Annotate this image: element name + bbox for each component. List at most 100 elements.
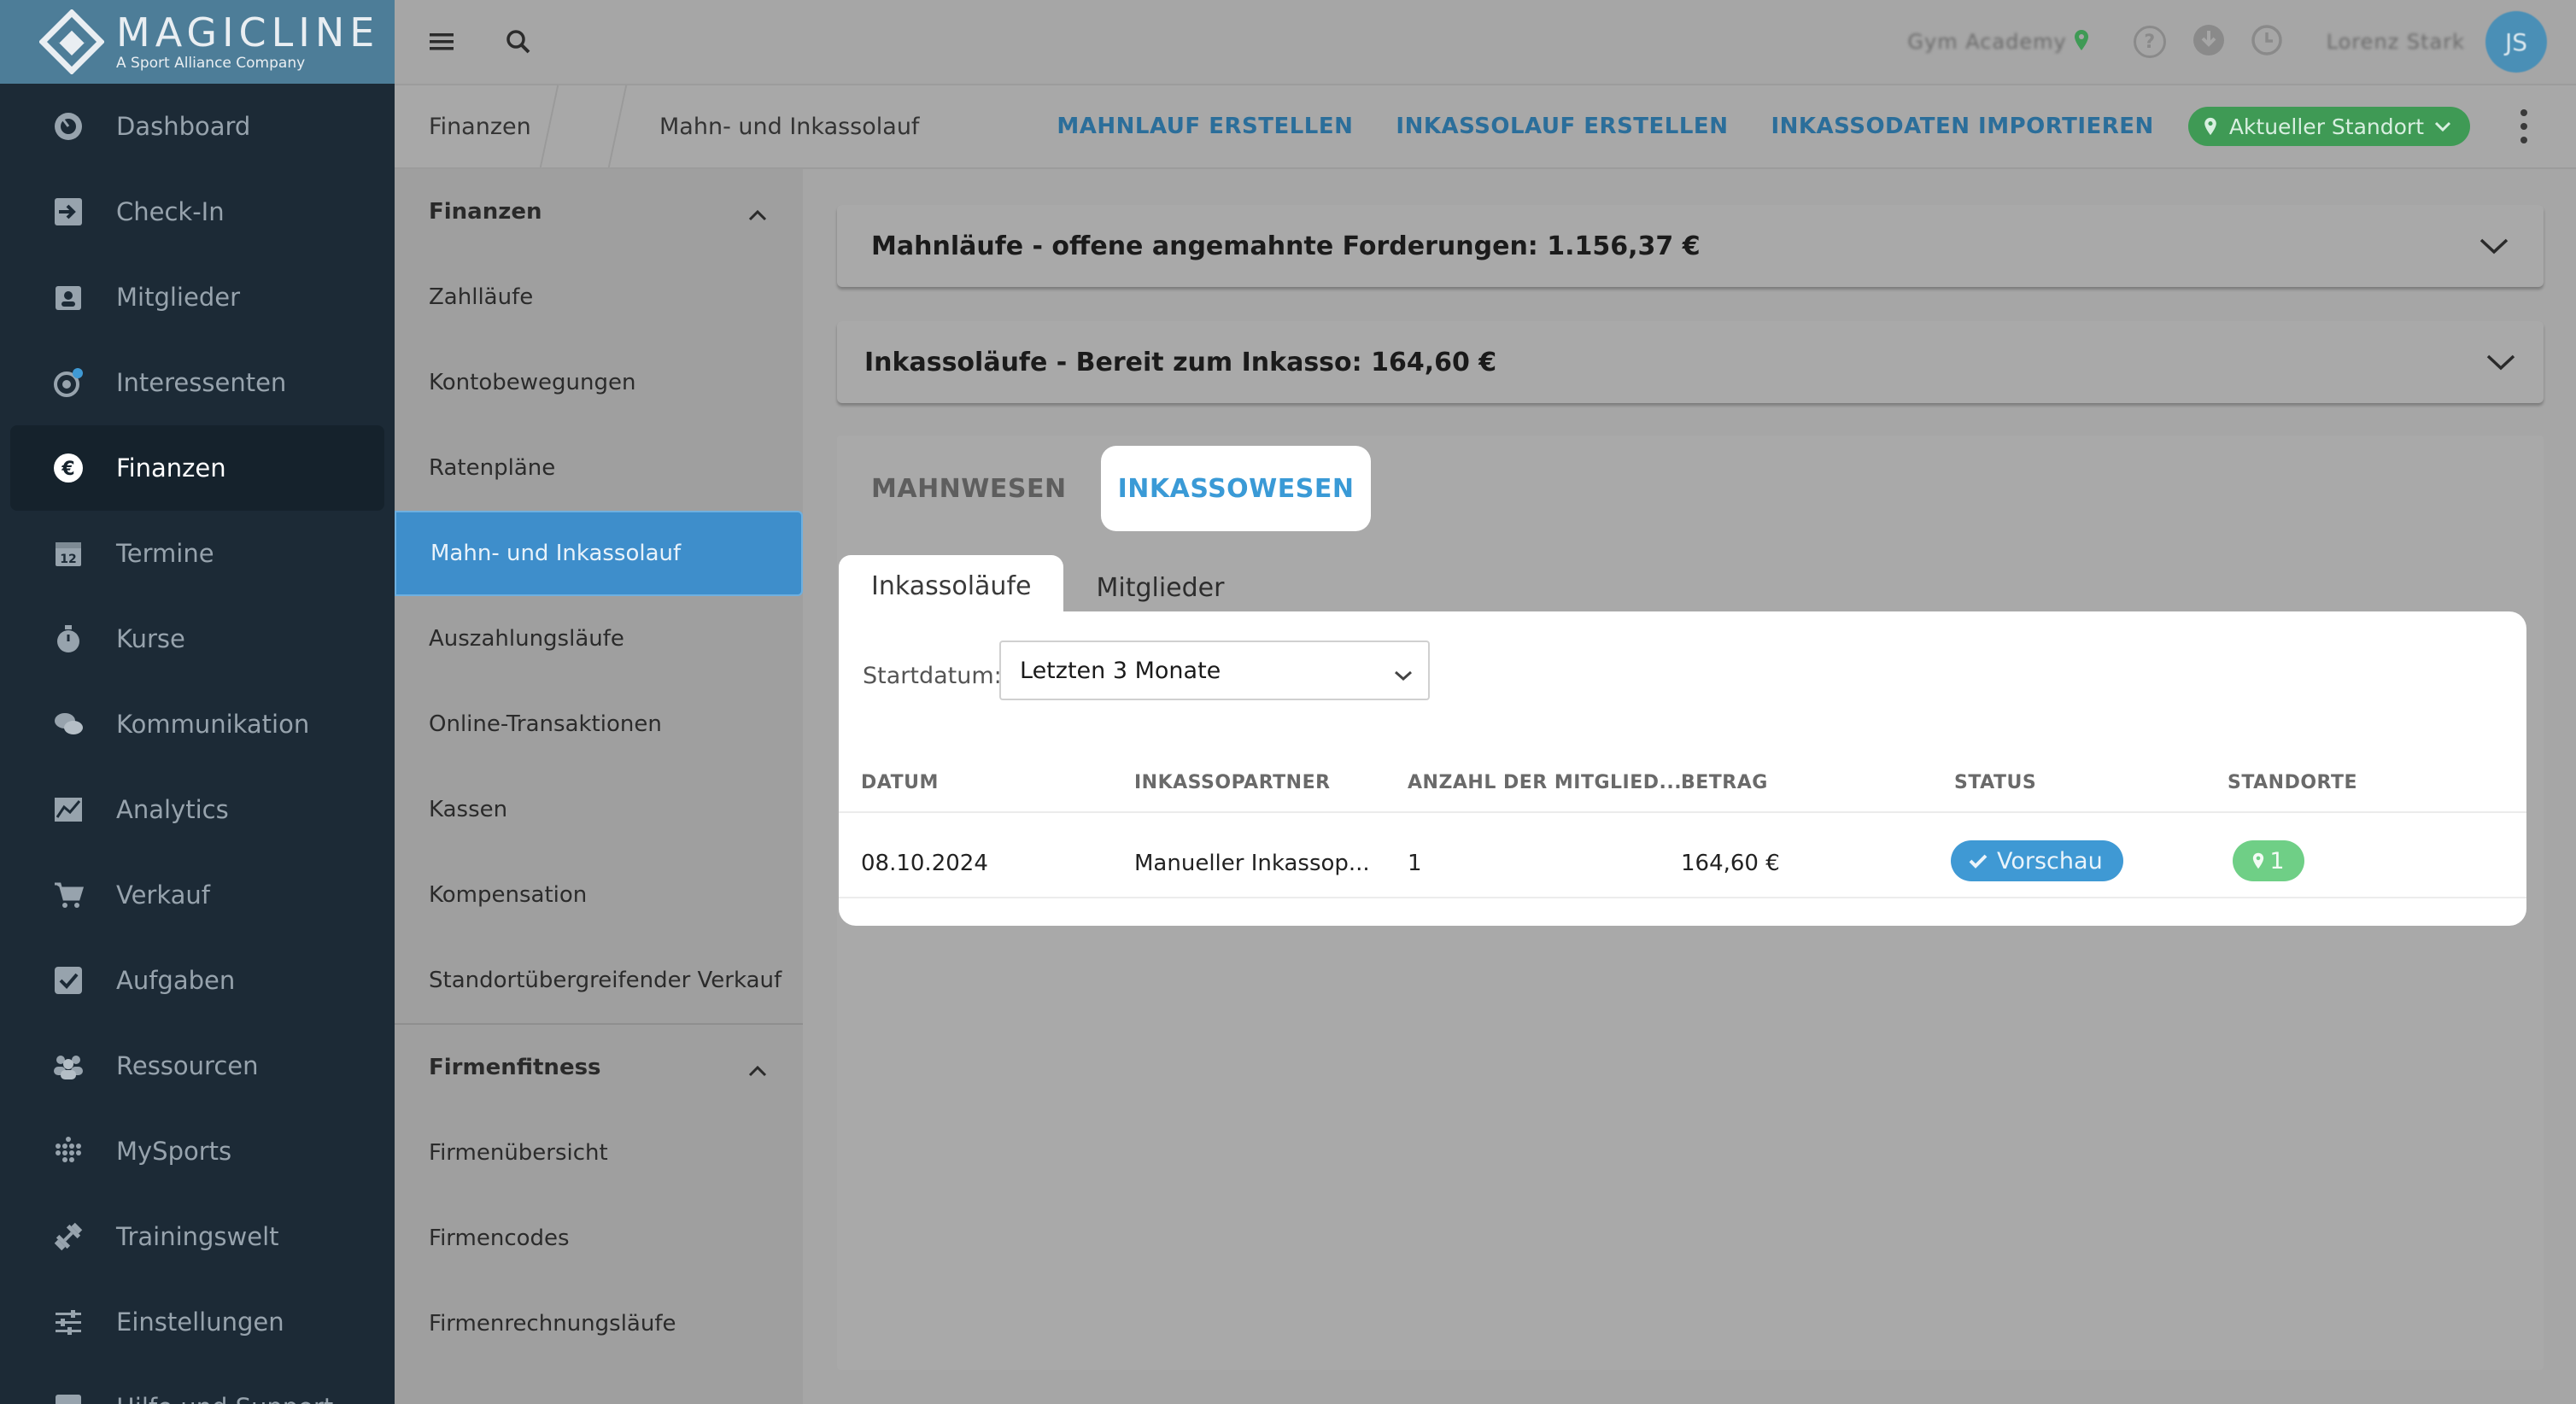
tab-inkassowesen[interactable]: INKASSOWESEN bbox=[1100, 446, 1372, 531]
people-icon bbox=[51, 1049, 85, 1083]
chevron-down-icon bbox=[2434, 120, 2451, 132]
startdatum-select[interactable]: Letzten 3 Monate bbox=[999, 641, 1430, 700]
dashboard-icon bbox=[51, 109, 85, 143]
startdatum-value: Letzten 3 Monate bbox=[1020, 657, 1221, 684]
submenu-item-zahllaeufe[interactable]: Zahlläufe bbox=[395, 254, 803, 340]
sliders-icon bbox=[51, 1305, 85, 1339]
column-header-datum[interactable]: DATUM bbox=[861, 772, 939, 793]
chevron-up-icon bbox=[748, 1057, 767, 1083]
user-name[interactable]: Lorenz Stark bbox=[2327, 30, 2465, 54]
submenu-item-kassen[interactable]: Kassen bbox=[395, 767, 803, 852]
nav-item-analytics[interactable]: Analytics bbox=[0, 767, 395, 852]
status-label: Vorschau bbox=[1997, 847, 2103, 875]
checkbox-icon bbox=[51, 963, 85, 997]
more-options-icon[interactable] bbox=[2520, 109, 2528, 143]
nav-item-aufgaben[interactable]: Aufgaben bbox=[0, 938, 395, 1023]
locations-badge[interactable]: 1 bbox=[2233, 840, 2304, 881]
card-title: Inkassoläufe - Bereit zum Inkasso: 164,6… bbox=[864, 347, 1497, 377]
stopwatch-icon bbox=[51, 622, 85, 656]
submenu-item-auszahlungslaeufe[interactable]: Auszahlungsläufe bbox=[395, 596, 803, 682]
nav-item-verkauf[interactable]: Verkauf bbox=[0, 852, 395, 938]
chevron-up-icon bbox=[748, 202, 767, 227]
mahnlaeufe-summary-card[interactable]: Mahnläufe - offene angemahnte Forderunge… bbox=[837, 205, 2544, 287]
submenu-item-firmenrechnungslaeufe[interactable]: Firmenrechnungsläufe bbox=[395, 1281, 803, 1366]
location-pin-icon bbox=[2074, 29, 2089, 55]
nav-item-finanzen[interactable]: € Finanzen bbox=[10, 425, 384, 511]
submenu-item-ratenplaene[interactable]: Ratenpläne bbox=[395, 425, 803, 511]
submenu-section-firmenfitness[interactable]: Firmenfitness bbox=[395, 1025, 803, 1110]
nav-item-termine[interactable]: 12 Termine bbox=[0, 511, 395, 596]
submenu-section-finanzen[interactable]: Finanzen bbox=[395, 169, 803, 254]
submenu-item-firmencodes[interactable]: Firmencodes bbox=[395, 1196, 803, 1281]
brand-header[interactable]: MAGICLINE A Sport Alliance Company bbox=[0, 0, 395, 84]
cell-betrag: 164,60 € bbox=[1681, 851, 1780, 876]
nav-item-hilfe[interactable]: Hilfe und Support bbox=[0, 1365, 395, 1404]
submenu-item-online-transaktionen[interactable]: Online-Transaktionen bbox=[395, 682, 803, 767]
breadcrumb-separator bbox=[539, 85, 559, 167]
nav-label: Trainingswelt bbox=[116, 1222, 279, 1251]
tab-mahnwesen[interactable]: MAHNWESEN bbox=[837, 446, 1101, 531]
nav-item-mysports[interactable]: MySports bbox=[0, 1109, 395, 1194]
chevron-down-icon[interactable] bbox=[2479, 232, 2509, 262]
user-avatar[interactable]: JS bbox=[2485, 11, 2547, 73]
subtab-inkassolaeufe[interactable]: Inkassoläufe bbox=[839, 555, 1064, 620]
inkasso-runs-card: Startdatum: Letzten 3 Monate DATUM INKAS… bbox=[839, 611, 2526, 926]
create-inkassolauf-button[interactable]: INKASSOLAUF ERSTELLEN bbox=[1396, 114, 1728, 139]
nav-label: Interessenten bbox=[116, 368, 287, 397]
column-header-betrag[interactable]: BETRAG bbox=[1681, 772, 1768, 793]
inkassolaeufe-summary-card[interactable]: Inkassoläufe - Bereit zum Inkasso: 164,6… bbox=[837, 321, 2544, 403]
subtab-mitglieder[interactable]: Mitglieder bbox=[1063, 555, 1256, 620]
history-clock-icon[interactable] bbox=[2250, 23, 2284, 61]
nav-label: Kommunikation bbox=[116, 710, 310, 739]
nav-item-ressourcen[interactable]: Ressourcen bbox=[0, 1023, 395, 1109]
download-icon[interactable] bbox=[2192, 23, 2226, 61]
chat-icon bbox=[51, 707, 85, 741]
create-mahnlauf-button[interactable]: MAHNLAUF ERSTELLEN bbox=[1057, 114, 1353, 139]
status-badge[interactable]: Vorschau bbox=[1951, 840, 2123, 881]
current-location-label: Aktueller Standort bbox=[2228, 114, 2424, 139]
submenu-item-mahn-inkassolauf[interactable]: Mahn- und Inkassolauf bbox=[395, 511, 803, 596]
chevron-down-icon bbox=[1394, 661, 1413, 687]
table-divider bbox=[839, 897, 2526, 898]
nav-label: Kurse bbox=[116, 624, 185, 653]
nav-item-kommunikation[interactable]: Kommunikation bbox=[0, 682, 395, 767]
nav-item-checkin[interactable]: Check-In bbox=[0, 169, 395, 254]
nav-item-trainingswelt[interactable]: Trainingswelt bbox=[0, 1194, 395, 1279]
submenu-item-standortuebergreifender-verkauf[interactable]: Standortübergreifender Verkauf bbox=[395, 938, 803, 1023]
submenu-item-kontobewegungen[interactable]: Kontobewegungen bbox=[395, 340, 803, 425]
sub-tabs: Inkassoläufe Mitglieder bbox=[839, 555, 1256, 620]
help-question-icon[interactable]: ? bbox=[2133, 26, 2166, 58]
nav-item-interessenten[interactable]: Interessenten bbox=[0, 340, 395, 425]
column-header-standorte[interactable]: STANDORTE bbox=[2228, 772, 2357, 793]
current-location-dropdown[interactable]: Aktueller Standort bbox=[2187, 107, 2470, 146]
breadcrumb-separator bbox=[607, 85, 628, 167]
cart-icon bbox=[51, 878, 85, 912]
column-header-inkassopartner[interactable]: INKASSOPARTNER bbox=[1134, 772, 1331, 793]
nav-item-mitglieder[interactable]: Mitglieder bbox=[0, 254, 395, 340]
svg-text:12: 12 bbox=[60, 553, 76, 566]
column-header-anzahl[interactable]: ANZAHL DER MITGLIED... bbox=[1408, 772, 1682, 793]
import-inkassodaten-button[interactable]: INKASSODATEN IMPORTIEREN bbox=[1771, 114, 2153, 139]
menu-toggle-icon[interactable] bbox=[424, 24, 460, 60]
nav-label: Dashboard bbox=[116, 112, 251, 141]
location-pin-icon bbox=[2252, 852, 2264, 869]
cell-anzahl: 1 bbox=[1408, 851, 1422, 876]
locations-count: 1 bbox=[2269, 847, 2285, 875]
submenu-item-firmenuebersicht[interactable]: Firmenübersicht bbox=[395, 1110, 803, 1196]
chevron-down-icon[interactable] bbox=[2485, 348, 2516, 378]
studio-name[interactable]: Gym Academy bbox=[1907, 30, 2066, 54]
nav-item-dashboard[interactable]: Dashboard bbox=[0, 84, 395, 169]
prospects-icon bbox=[51, 366, 85, 400]
submenu-item-kompensation[interactable]: Kompensation bbox=[395, 852, 803, 938]
main-content: Mahnläufe - offene angemahnte Forderunge… bbox=[803, 169, 2576, 1404]
nav-item-kurse[interactable]: Kurse bbox=[0, 596, 395, 682]
section-title: Firmenfitness bbox=[429, 1055, 601, 1080]
nav-item-einstellungen[interactable]: Einstellungen bbox=[0, 1279, 395, 1365]
help-icon bbox=[51, 1390, 85, 1404]
search-icon[interactable] bbox=[501, 24, 536, 60]
breadcrumb-root[interactable]: Finanzen bbox=[429, 85, 531, 167]
calendar-icon: 12 bbox=[51, 536, 85, 570]
column-header-status[interactable]: STATUS bbox=[1954, 772, 2036, 793]
nav-label: Ressourcen bbox=[116, 1051, 259, 1080]
checkmark-icon bbox=[1968, 852, 1988, 869]
